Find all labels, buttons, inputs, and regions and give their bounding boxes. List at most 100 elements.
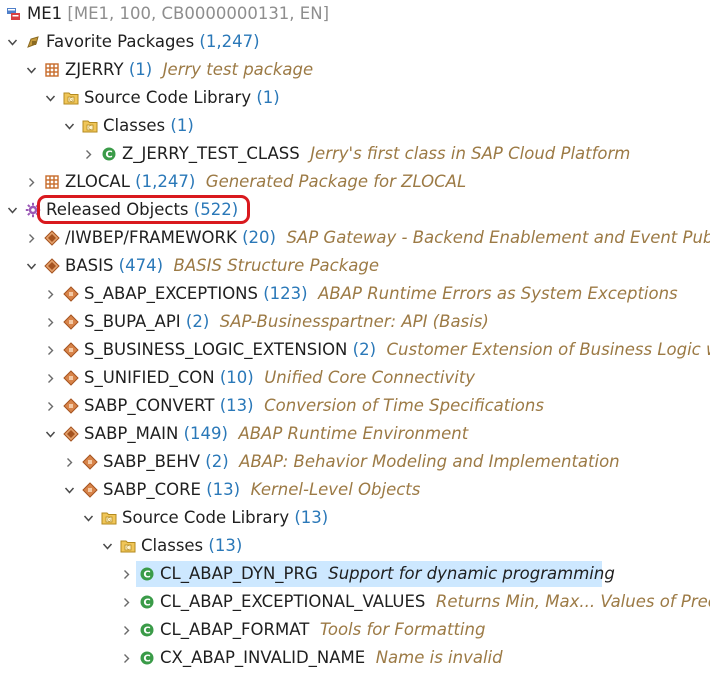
package-icon [44,56,60,84]
tree-node-package-s-abap-exceptions[interactable]: S_ABAP_EXCEPTIONS (123) ABAP Runtime Err… [0,280,710,308]
tree-node-class-cl-abap-format[interactable]: C CL_ABAP_FORMAT Tools for Formatting [0,616,710,644]
chevron-right-icon[interactable] [120,616,134,644]
node-description: ABAP Runtime Environment [238,424,469,443]
svg-text:C: C [143,598,150,609]
chevron-right-icon[interactable] [25,224,39,252]
node-name: Source Code Library [84,88,252,107]
node-count: (1) [128,60,153,79]
chevron-down-icon[interactable] [25,56,39,84]
chevron-down-icon[interactable] [63,112,77,140]
node-count: (149) [183,424,228,443]
node-name: CX_ABAP_INVALID_NAME [160,648,366,667]
node-count: (13) [219,396,254,415]
tree-node-project-me1[interactable]: ME1 [ME1, 100, CB0000000131, EN] [0,0,710,28]
node-name: /IWBEP/FRAMEWORK [65,228,237,247]
chevron-right-icon[interactable] [120,644,134,672]
package-icon [44,168,60,196]
node-name: Favorite Packages [46,32,195,51]
node-description: Jerry test package [162,60,314,79]
node-description: Customer Extension of Business Logic wit… [386,340,710,359]
tree-node-package-sabp-core[interactable]: SABP_CORE (13) Kernel-Level Objects [0,476,710,504]
node-count: (1) [170,116,194,135]
svg-text:C: C [143,654,150,665]
chevron-right-icon[interactable] [63,448,77,476]
main-package-icon [63,364,79,392]
node-description: Kernel-Level Objects [250,480,421,499]
chevron-down-icon[interactable] [44,84,58,112]
annotation-highlight-box [37,195,250,224]
node-description: ABAP: Behavior Modeling and Implementati… [239,452,620,471]
node-description: SAP Gateway - Backend Enablement and Eve… [286,228,710,247]
chevron-right-icon[interactable] [44,308,58,336]
class-icon: C [139,560,155,588]
tree-node-package-sabp-behv[interactable]: SABP_BEHV (2) ABAP: Behavior Modeling an… [0,448,710,476]
node-count: (13) [208,536,243,555]
node-name: SABP_CONVERT [84,396,215,415]
class-icon: C [139,644,155,672]
tree-node-classes[interactable]: C Classes (13) [0,532,710,560]
tree-node-source-code-library[interactable]: G Source Code Library (1) [0,84,710,112]
tree-node-class-z-jerry-test-class[interactable]: C Z_JERRY_TEST_CLASS Jerry's first class… [0,140,710,168]
tree-node-package-zjerry[interactable]: ZJERRY (1) Jerry test package [0,56,710,84]
tree-node-package-sabp-main[interactable]: SABP_MAIN (149) ABAP Runtime Environment [0,420,710,448]
chevron-down-icon[interactable] [63,476,77,504]
node-name: CL_ABAP_FORMAT [160,620,310,639]
chevron-right-icon[interactable] [44,280,58,308]
project-explorer-tree: ME1 [ME1, 100, CB0000000131, EN] Favorit… [0,0,710,673]
chevron-down-icon[interactable] [44,420,58,448]
node-name: Classes [141,536,204,555]
node-description: Unified Core Connectivity [264,368,476,387]
chevron-down-icon[interactable] [6,28,20,56]
tree-node-package-s-business-logic-extension[interactable]: S_BUSINESS_LOGIC_EXTENSION (2) Customer … [0,336,710,364]
tree-node-classes[interactable]: C Classes (1) [0,112,710,140]
node-count: (1,247) [135,172,196,191]
node-name: CL_ABAP_EXCEPTIONAL_VALUES [160,592,426,611]
tree-node-class-cl-abap-exceptional-values[interactable]: C CL_ABAP_EXCEPTIONAL_VALUES Returns Min… [0,588,710,616]
class-icon: C [139,588,155,616]
main-package-icon [63,336,79,364]
node-name: SABP_CORE [103,480,201,499]
node-count: (2) [352,340,377,359]
node-description: Name is invalid [375,648,503,667]
node-name: SABP_BEHV [103,452,201,471]
class-icon: C [139,616,155,644]
node-context: [ME1, 100, CB0000000131, EN] [67,4,330,23]
tree-node-source-code-library[interactable]: G Source Code Library (13) [0,504,710,532]
main-package-icon [63,308,79,336]
tree-node-class-cx-abap-invalid-name[interactable]: C CX_ABAP_INVALID_NAME Name is invalid [0,644,710,672]
chevron-right-icon[interactable] [25,168,39,196]
chevron-right-icon[interactable] [44,392,58,420]
tree-node-package-s-bupa-api[interactable]: S_BUPA_API (2) SAP-Businesspartner: API … [0,308,710,336]
svg-text:C: C [143,626,150,637]
chevron-right-icon[interactable] [44,364,58,392]
tree-node-favorite-packages[interactable]: Favorite Packages (1,247) [0,28,710,56]
node-name: Z_JERRY_TEST_CLASS [122,144,300,163]
node-description: Jerry's first class in SAP Cloud Platfor… [310,144,631,163]
chevron-down-icon[interactable] [82,504,96,532]
chevron-right-icon[interactable] [120,560,134,588]
tree-node-class-cl-abap-dyn-prg[interactable]: C CL_ABAP_DYN_PRG Support for dynamic pr… [0,560,710,588]
chevron-right-icon[interactable] [82,140,96,168]
node-count: (2) [185,312,210,331]
chevron-down-icon[interactable] [101,532,115,560]
tree-node-package-s-unified-con[interactable]: S_UNIFIED_CON (10) Unified Core Connecti… [0,364,710,392]
node-count: (1,247) [199,32,260,51]
tree-node-package-zlocal[interactable]: ZLOCAL (1,247) Generated Package for ZLO… [0,168,710,196]
node-name: S_ABAP_EXCEPTIONS [84,284,258,303]
node-count: (20) [242,228,276,247]
library-folder-icon: G [101,504,117,532]
node-name: ME1 [27,4,63,23]
abap-project-icon [6,0,22,28]
tree-node-package-sabp-convert[interactable]: SABP_CONVERT (13) Conversion of Time Spe… [0,392,710,420]
tree-node-package-basis[interactable]: BASIS (474) BASIS Structure Package [0,252,710,280]
node-count: (123) [263,284,308,303]
chevron-right-icon[interactable] [44,336,58,364]
chevron-down-icon[interactable] [25,252,39,280]
chevron-right-icon[interactable] [120,588,134,616]
chevron-down-icon[interactable] [6,196,20,224]
node-name: ZLOCAL [65,172,130,191]
tree-node-package-iwbep-framework[interactable]: /IWBEP/FRAMEWORK (20) SAP Gateway - Back… [0,224,710,252]
class-icon: C [101,140,117,168]
node-count: (1) [256,88,280,107]
node-name: S_UNIFIED_CON [84,368,215,387]
